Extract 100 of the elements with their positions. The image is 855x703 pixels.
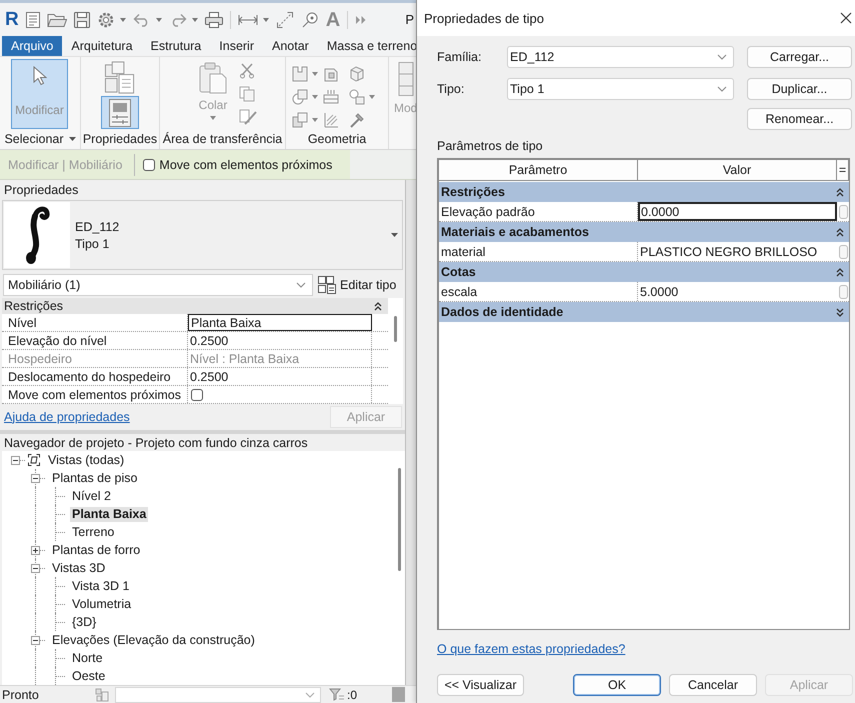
tree-item[interactable]: {3D}	[70, 614, 98, 630]
property-value[interactable]: 0.2500	[188, 332, 372, 349]
double-arrow-icon[interactable]	[355, 14, 368, 24]
expand-icon[interactable]	[30, 546, 40, 554]
status-tile-icon[interactable]	[392, 687, 405, 702]
aligned-dimension-icon[interactable]	[276, 10, 294, 28]
ribbon-tab[interactable]: Estrutura	[142, 36, 210, 56]
tree-item[interactable]: Plantas de piso	[50, 470, 140, 486]
group-header[interactable]: Restrições	[439, 182, 849, 202]
group-header[interactable]: Cotas	[439, 262, 849, 282]
parameter-value[interactable]: 0.0000	[638, 202, 837, 221]
type-selector[interactable]: ED_112 Tipo 1	[2, 200, 403, 270]
help-link[interactable]: O que fazem estas propriedades?	[437, 642, 626, 656]
paint-shape-icon[interactable]	[292, 112, 308, 128]
associate-parameter-button[interactable]	[838, 284, 848, 298]
expand-icon[interactable]	[836, 308, 844, 316]
side-button[interactable]: Duplicar...	[747, 78, 852, 100]
tree-item[interactable]: Vistas (todas)	[46, 452, 126, 468]
collapse-icon[interactable]	[836, 268, 844, 276]
box-icon[interactable]	[349, 66, 365, 82]
help-link[interactable]: Ajuda de propriedades	[2, 410, 130, 424]
associate-parameter-button[interactable]	[838, 244, 848, 258]
side-button[interactable]: Carregar...	[747, 46, 852, 68]
caret-icon[interactable]	[369, 94, 375, 98]
checkbox-label[interactable]: Move com elementos próximos	[159, 158, 332, 172]
caret-icon[interactable]	[156, 18, 162, 22]
tree-item[interactable]: Norte	[70, 650, 105, 666]
checkbox[interactable]	[143, 158, 156, 170]
dialog-button[interactable]: << Visualizar	[437, 674, 524, 696]
dropdown-field[interactable]: Tipo 1	[507, 78, 734, 100]
stacked-blocks-icon[interactable]	[94, 686, 110, 702]
tree-item[interactable]: Plantas de forro	[50, 542, 142, 558]
caret-icon[interactable]	[262, 18, 269, 22]
scissors-icon[interactable]	[239, 63, 255, 79]
collapse-icon[interactable]	[836, 188, 844, 196]
scrollbar-thumb[interactable]	[394, 316, 397, 342]
side-button[interactable]: Renomear...	[747, 108, 852, 130]
tree-item[interactable]: Terreno	[70, 524, 116, 540]
tree-item[interactable]: Oeste	[70, 668, 108, 684]
print-icon[interactable]	[204, 12, 223, 28]
group-header[interactable]: Dados de identidade	[439, 302, 849, 322]
hatch-icon[interactable]	[323, 112, 339, 128]
collapse-icon[interactable]	[836, 228, 844, 236]
caret-icon[interactable]	[391, 233, 398, 237]
properties-icon	[109, 98, 131, 126]
group-header[interactable]: Materiais e acabamentos	[439, 222, 849, 242]
notch-shape-icon[interactable]	[292, 66, 308, 82]
hammer-icon[interactable]	[349, 112, 365, 128]
split-face-icon[interactable]	[323, 88, 339, 104]
caret-icon[interactable]	[120, 18, 126, 22]
group-header[interactable]: Restrições	[2, 298, 388, 314]
app-logo[interactable]: R	[5, 10, 19, 30]
ribbon-tab[interactable]: Inserir	[210, 36, 263, 56]
tree-item[interactable]: Elevações (Elevação da construção)	[50, 632, 257, 648]
parameter-value[interactable]: 5.0000	[638, 282, 837, 301]
tree-item[interactable]: Volumetria	[70, 596, 134, 612]
caret-icon[interactable]	[312, 94, 318, 98]
gear-icon[interactable]	[96, 10, 115, 28]
collapse-icon[interactable]	[30, 636, 40, 644]
caret-icon[interactable]	[312, 118, 318, 122]
edit-type-button[interactable]: Editar tipo	[318, 276, 396, 294]
checkbox[interactable]	[191, 388, 203, 400]
caret-icon[interactable]	[312, 72, 318, 76]
dialog-button[interactable]: OK	[573, 674, 661, 696]
properties-button[interactable]	[101, 96, 139, 129]
measure-icon[interactable]	[238, 14, 258, 26]
associate-parameter-button[interactable]	[838, 204, 848, 218]
tree-item[interactable]: Nível 2	[70, 488, 113, 504]
filter-icon[interactable]	[329, 686, 345, 702]
caret-icon[interactable]	[210, 116, 216, 120]
tree-item[interactable]: Planta Baixa	[70, 506, 148, 522]
collapse-icon[interactable]	[30, 564, 40, 572]
save-icon[interactable]	[74, 12, 90, 28]
caret-icon[interactable]	[68, 137, 76, 141]
circle-square-icon[interactable]	[292, 88, 308, 104]
caret-icon[interactable]	[192, 18, 198, 22]
open-folder-icon[interactable]	[46, 12, 67, 28]
tree-item[interactable]: Vista 3D 1	[70, 578, 132, 594]
property-value[interactable]: 0.2500	[188, 368, 372, 385]
brush-icon[interactable]	[239, 109, 257, 125]
section-title: Parâmetros de tipo	[437, 138, 543, 152]
scrollbar-thumb[interactable]	[398, 468, 400, 571]
collapse-icon[interactable]	[30, 474, 40, 482]
tag-icon[interactable]	[300, 10, 319, 28]
collapse-icon[interactable]	[374, 302, 382, 310]
copy-icon[interactable]	[239, 86, 255, 102]
ribbon-tab[interactable]: Arquitetura	[62, 36, 142, 56]
tree-item[interactable]: Vistas 3D	[50, 560, 108, 576]
property-value[interactable]: Planta Baixa	[188, 314, 372, 331]
join-shapes-icon[interactable]	[349, 88, 365, 104]
ribbon-tab[interactable]: Arquivo	[2, 36, 62, 56]
category-dropdown[interactable]: Mobiliário (1)	[3, 274, 313, 296]
ribbon-tab[interactable]: Anotar	[263, 36, 318, 56]
document-icon[interactable]	[26, 12, 40, 28]
dialog-button[interactable]: Cancelar	[669, 674, 757, 696]
close-icon[interactable]	[840, 12, 852, 24]
parameter-value[interactable]: PLASTICO NEGRO BRILLOSO	[638, 242, 837, 261]
collapse-icon[interactable]	[10, 456, 20, 464]
dropdown-field[interactable]: ED_112	[507, 46, 734, 68]
cut-block-icon[interactable]	[323, 66, 339, 82]
